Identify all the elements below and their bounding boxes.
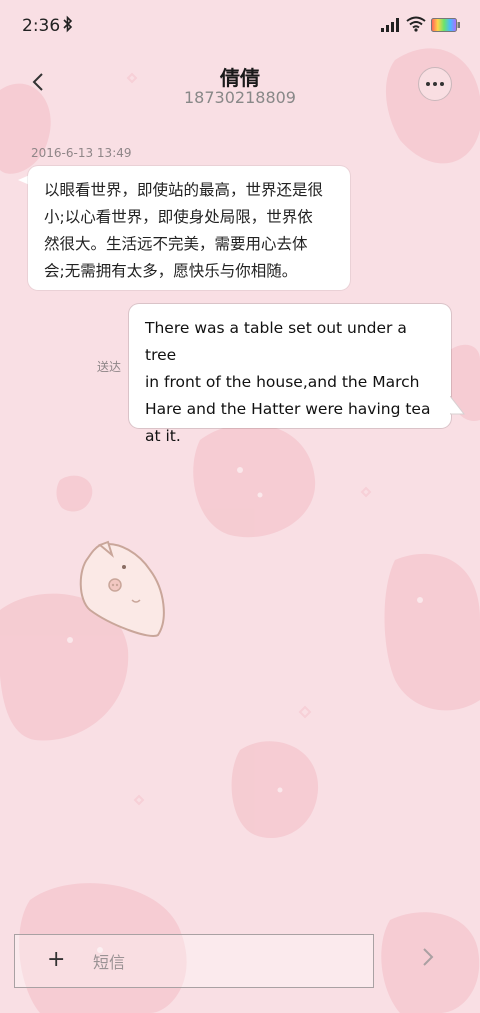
delivery-status: 送达 — [97, 360, 122, 374]
attach-plus-icon[interactable]: + — [47, 949, 65, 971]
incoming-message-line: 以眼看世界，即使站的最高，世界还是很 — [44, 181, 324, 199]
wifi-icon — [406, 16, 426, 32]
bluetooth-icon — [63, 15, 73, 33]
conversation-header: 倩倩 18730218809 — [0, 52, 480, 122]
contact-name: 倩倩 — [220, 66, 260, 90]
send-arrow-icon[interactable] — [416, 944, 440, 970]
outgoing-bubble-tail — [450, 396, 466, 415]
outgoing-message-line: in front of the house,and the March — [145, 373, 420, 391]
outgoing-message-line: at it. — [145, 427, 181, 445]
outgoing-message-bubble[interactable]: There was a table set out under a tree i… — [129, 304, 451, 445]
more-options-button[interactable] — [418, 67, 452, 101]
message-input[interactable] — [91, 943, 365, 981]
outgoing-message-line: Hare and the Hatter were having tea — [145, 400, 431, 418]
incoming-message-line: 会;无需拥有太多，愿快乐与你相随。 — [44, 262, 298, 280]
cellular-signal-icon — [381, 18, 399, 32]
incoming-message-line: 然很大。生活远不完美，需要用心去体 — [44, 235, 308, 253]
contact-phone-number: 18730218809 — [184, 88, 296, 107]
message-composer: + — [14, 934, 374, 988]
more-dots-icon — [426, 82, 444, 86]
incoming-message-line: 小;以心看世界，即使身处局限，世界依 — [44, 208, 313, 226]
incoming-message-bubble[interactable]: 以眼看世界，即使站的最高，世界还是很 小;以心看世界，即使身处局限，世界依 然很… — [28, 166, 350, 290]
message-timestamp: 2016-6-13 13:49 — [31, 146, 132, 160]
status-bar: 2:36 — [0, 0, 480, 52]
outgoing-message-line: There was a table set out under a tree — [145, 319, 407, 364]
status-time: 2:36 — [22, 16, 61, 36]
battery-icon — [431, 18, 460, 32]
